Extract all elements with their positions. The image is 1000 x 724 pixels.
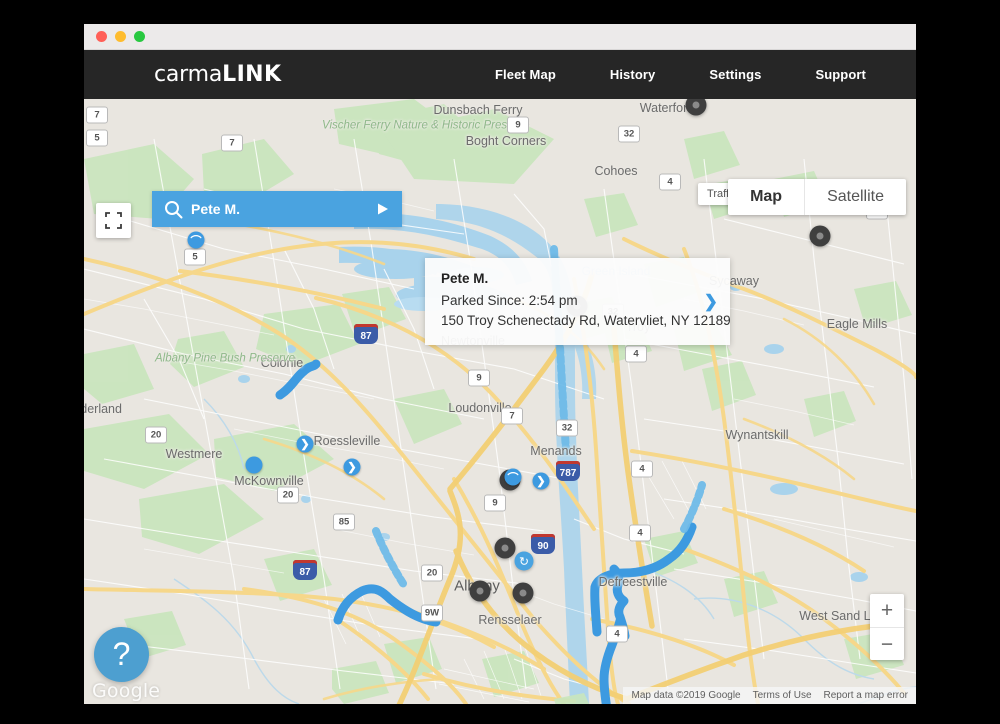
route-endpoint-marker[interactable]: ❯ [343,458,361,476]
fullscreen-button[interactable] [96,203,131,238]
google-watermark: Google [92,680,161,702]
highway-shield: 787 [556,461,580,481]
highway-shield: 87 [293,560,317,580]
close-window-button[interactable] [96,31,107,42]
nav-item-history[interactable]: History [583,67,683,82]
screenshot-root: carma LINK Fleet Map History Settings Sup… [0,0,1000,724]
highway-shield: 4 [629,524,651,542]
play-arrow-icon[interactable] [376,202,390,216]
logo-text-light: carma [154,62,223,87]
nav-item-logout[interactable]: Logout [893,67,916,82]
main-nav: Fleet Map History Settings Support Logou… [468,50,916,99]
highway-shield: 5 [86,129,108,147]
search-icon [165,200,183,218]
route-reload-marker[interactable]: ↻ [514,551,534,571]
map-type-map[interactable]: Map [728,179,804,215]
help-button[interactable]: ? [94,627,149,682]
nav-item-support[interactable]: Support [788,67,893,82]
vehicle-marker[interactable] [512,582,534,604]
maximize-window-button[interactable] [134,31,145,42]
route-endpoint-marker[interactable] [245,456,263,474]
highway-shield: 32 [556,419,578,437]
highway-shield: 9 [484,494,506,512]
info-card-parked-since: Parked Since: 2:54 pm [441,293,578,308]
highway-shield: 20 [421,564,443,582]
highway-shield: 87 [354,324,378,344]
highway-shield: 9 [468,369,490,387]
info-card-title: Pete M. [441,271,489,286]
nav-item-settings[interactable]: Settings [682,67,788,82]
window-titlebar [84,24,916,50]
highway-shield: 32 [618,125,640,143]
search-input-value[interactable]: Pete M. [191,201,376,217]
highway-shield: 4 [631,460,653,478]
vehicle-info-card[interactable]: Pete M. Parked Since: 2:54 pm 150 Troy S… [425,258,731,345]
highway-shield: 5 [184,248,206,266]
vehicle-search-bar[interactable]: Pete M. [152,191,402,227]
zoom-in-button[interactable]: + [870,594,904,627]
highway-shield: 7 [86,106,108,124]
highway-shield: 7 [501,407,523,425]
highway-shield: 90 [531,534,555,554]
minimize-window-button[interactable] [115,31,126,42]
info-card-details-chevron-icon[interactable]: ❯ [704,292,718,312]
highway-shield: 85 [333,513,355,531]
highway-shield: 20 [277,486,299,504]
route-endpoint-marker[interactable]: ⌒ [187,231,205,249]
vehicle-marker[interactable] [494,537,516,559]
browser-window: carma LINK Fleet Map History Settings Sup… [84,24,916,704]
attribution-map-data: Map data ©2019 Google [631,690,741,701]
fullscreen-icon [105,212,122,229]
route-endpoint-marker[interactable]: ❯ [296,435,314,453]
highway-shield: 4 [659,173,681,191]
map-type-satellite[interactable]: Satellite [804,179,906,215]
highway-shield: 4 [625,345,647,363]
attribution-terms-link[interactable]: Terms of Use [753,690,812,701]
highway-shield: 9W [421,604,443,622]
route-endpoint-marker[interactable]: ❯ [532,472,550,490]
highway-shield: 20 [145,426,167,444]
zoom-control: + − [870,594,904,660]
fleet-map[interactable]: Vischer FerryDunsbach FerryBoght Corners… [84,99,916,704]
info-card-address: 150 Troy Schenectady Rd, Watervliet, NY … [441,313,731,328]
app-navbar: carma LINK Fleet Map History Settings Sup… [84,50,916,99]
nav-item-fleet-map[interactable]: Fleet Map [468,67,583,82]
highway-shield: 4 [606,625,628,643]
logo-text-bold: LINK [222,62,282,87]
attribution-report-link[interactable]: Report a map error [824,690,908,701]
map-type-control: Map Satellite [728,179,906,215]
map-attribution: Map data ©2019 Google Terms of Use Repor… [623,687,916,704]
vehicle-marker[interactable] [469,580,491,602]
vehicle-marker[interactable] [809,225,831,247]
zoom-out-button[interactable]: − [870,627,904,660]
highway-shield: 7 [221,134,243,152]
carmalink-logo[interactable]: carma LINK [154,62,281,87]
highway-shield: 9 [507,116,529,134]
route-endpoint-marker[interactable]: ⌒ [504,468,522,486]
